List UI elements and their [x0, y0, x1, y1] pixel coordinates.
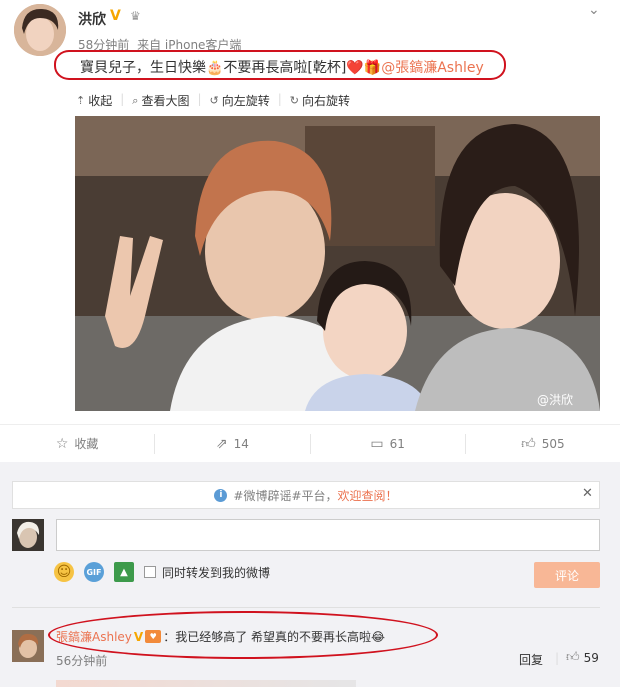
- rotate-left-button[interactable]: ↺ 向左旋转: [210, 92, 278, 109]
- rotate-right-icon: ↻: [289, 94, 300, 107]
- collapse-button[interactable]: ⇡ 收起: [76, 92, 120, 109]
- highlight-oval-comment: [48, 611, 438, 659]
- notice-link[interactable]: 欢迎查阅！: [338, 487, 398, 504]
- thumbs-up-icon: 👍︎: [521, 436, 536, 452]
- emoji-icon[interactable]: ☺: [54, 562, 74, 582]
- photo-watermark: @洪欣: [537, 393, 574, 407]
- thumbs-up-icon: 👍︎: [566, 650, 580, 665]
- toolbar-divider: |: [120, 92, 125, 106]
- composer-tools: ☺ GIF ▲ 同时转发到我的微博: [54, 562, 270, 582]
- member-crown-icon: ♛: [130, 9, 141, 23]
- also-forward-checkbox[interactable]: [144, 566, 156, 578]
- forward-icon: ⇗: [215, 435, 228, 452]
- gif-icon[interactable]: GIF: [84, 562, 104, 582]
- forward-button[interactable]: ⇗ 14: [155, 433, 311, 454]
- favorite-button[interactable]: ☆ 收藏: [0, 433, 156, 454]
- view-large-button[interactable]: ⌕ 查看大图: [132, 92, 197, 109]
- comment-icon: ▭: [370, 435, 384, 452]
- also-forward-option[interactable]: 同时转发到我的微博: [144, 564, 270, 581]
- comment-time: 56分钟前: [56, 654, 108, 668]
- image-toolbar: ⇡ 收起 | ⌕ 查看大图 | ↺ 向左旋转 | ↻ 向右旋转: [76, 92, 358, 109]
- collapse-label: 收起: [88, 94, 113, 108]
- post-action-bar: ☆ 收藏 ⇗ 14 ▭ 61 👍︎ 505: [0, 424, 620, 462]
- next-comment-preview: [56, 680, 356, 687]
- commenter-avatar[interactable]: [12, 630, 44, 662]
- author-avatar[interactable]: [14, 4, 66, 56]
- collapse-icon: ⇡: [76, 94, 86, 107]
- rotate-left-label: 向左旋转: [221, 94, 270, 108]
- comment-button[interactable]: ▭ 61: [311, 433, 466, 454]
- forward-count: 14: [233, 436, 249, 451]
- reply-button[interactable]: 回复: [519, 651, 543, 668]
- comment-input[interactable]: [56, 519, 600, 551]
- comment-like-count: 59: [583, 650, 599, 665]
- image-icon[interactable]: ▲: [114, 562, 134, 582]
- like-count: 505: [541, 436, 565, 451]
- my-avatar[interactable]: [12, 519, 44, 551]
- view-large-label: 查看大图: [141, 94, 190, 108]
- verified-icon: V: [110, 8, 121, 24]
- rumor-notice: i #微博辟谣#平台， 欢迎查阅！: [12, 481, 600, 509]
- search-icon: ⌕: [132, 93, 139, 107]
- close-icon[interactable]: ✕: [582, 486, 593, 501]
- rotate-left-icon: ↺: [209, 94, 219, 107]
- rotate-right-button[interactable]: ↻ 向右旋转: [290, 92, 358, 109]
- rotate-right-label: 向右旋转: [302, 94, 351, 108]
- comment-count: 61: [389, 436, 405, 451]
- post-photo[interactable]: [75, 116, 600, 411]
- more-options-icon[interactable]: ⌄: [588, 2, 600, 18]
- like-button[interactable]: 👍︎ 505: [466, 434, 620, 454]
- comment-action-divider: |: [555, 651, 560, 665]
- comment-like-button[interactable]: 👍︎ 59: [566, 650, 599, 665]
- highlight-oval-post: [54, 50, 506, 80]
- star-icon: ☆: [55, 435, 69, 452]
- toolbar-divider: |: [277, 92, 282, 106]
- also-forward-label: 同时转发到我的微博: [162, 565, 271, 580]
- author-name[interactable]: 洪欣: [78, 9, 106, 29]
- submit-comment-button[interactable]: 评论: [534, 562, 600, 588]
- notice-text: #微博辟谣#平台，: [233, 488, 338, 503]
- info-icon: i: [214, 488, 228, 502]
- toolbar-divider: |: [197, 92, 202, 106]
- comment-divider: [12, 607, 600, 608]
- favorite-label: 收藏: [74, 437, 99, 451]
